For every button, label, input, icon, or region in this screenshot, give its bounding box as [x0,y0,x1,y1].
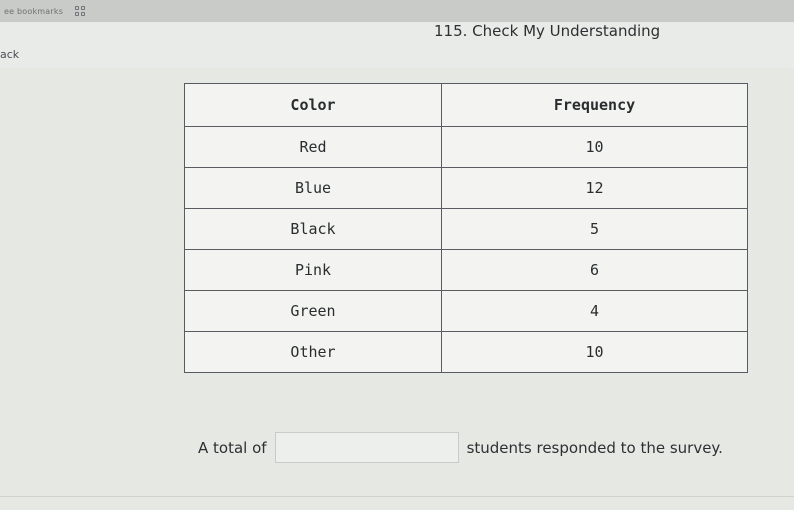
divider [0,496,794,497]
frequency-cell: 10 [441,331,748,373]
table-row: Red 10 [184,126,748,168]
question-sentence: A total of students responded to the sur… [198,432,723,463]
color-cell: Blue [184,167,442,209]
table-row: Green 4 [184,290,748,332]
answer-input[interactable] [274,432,459,463]
table-row: Black 5 [184,208,748,250]
back-link[interactable]: ack [0,48,19,61]
page-header: ack 115. Check My Understanding [0,22,794,69]
color-cell: Black [184,208,442,250]
bookmarks-bar: ee bookmarks [0,0,794,22]
bookmarks-label[interactable]: ee bookmarks [4,7,63,16]
table-row: Pink 6 [184,249,748,291]
frequency-cell: 12 [441,167,748,209]
table-row: Other 10 [184,331,748,373]
color-cell: Green [184,290,442,332]
color-cell: Red [184,126,442,168]
apps-grid-icon[interactable] [75,6,86,16]
question-prefix: A total of [198,438,267,457]
frequency-cell: 4 [441,290,748,332]
frequency-cell: 6 [441,249,748,291]
column-header-color: Color [184,83,442,127]
question-suffix: students responded to the survey. [466,438,723,457]
color-cell: Pink [184,249,442,291]
color-cell: Other [184,331,442,373]
frequency-cell: 10 [441,126,748,168]
table-header-row: Color Frequency [184,83,748,127]
page-title: 115. Check My Understanding [434,22,661,40]
column-header-frequency: Frequency [441,83,748,127]
frequency-table: Color Frequency Red 10 Blue 12 Black 5 P… [184,83,748,373]
table-row: Blue 12 [184,167,748,209]
frequency-cell: 5 [441,208,748,250]
